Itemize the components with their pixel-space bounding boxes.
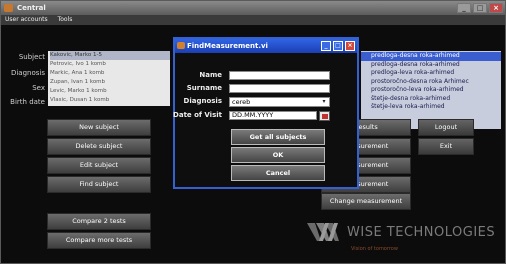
menu-tools[interactable]: Tools (58, 16, 73, 23)
get-all-subjects-button[interactable]: Get all subjects (231, 129, 325, 145)
calendar-icon[interactable] (319, 111, 330, 121)
list-item[interactable]: štetje-leva roka-arhimed (371, 103, 501, 112)
app-icon (4, 4, 13, 12)
subject-list[interactable]: Kakovic, Marko 1-5 Petrovic, Ivo 1 komb … (48, 51, 170, 106)
list-item[interactable]: Petrovic, Ivo 1 komb (50, 60, 170, 69)
title-bar: Central _ □ × (1, 1, 505, 15)
maximize-button[interactable]: □ (473, 3, 487, 13)
list-item[interactable]: prostoročno-leva roka-arhimed (371, 86, 501, 95)
date-input[interactable]: DD.MM.YYYY (229, 111, 317, 120)
main-window: Central _ □ × User accounts Tools Subjec… (0, 0, 506, 264)
surname-input[interactable] (229, 84, 330, 93)
ok-button[interactable]: OK (231, 147, 325, 163)
logout-button[interactable]: Logout (418, 119, 474, 136)
dialog-maximize-button[interactable]: □ (333, 41, 343, 51)
name-label: Name (199, 71, 222, 79)
dialog-icon (177, 42, 185, 49)
dialog-title: FindMeasurement.vi (187, 42, 268, 50)
dialog-title-bar: FindMeasurement.vi _ □ × (175, 39, 357, 53)
name-input[interactable] (229, 71, 330, 80)
list-item[interactable]: predloga-desna roka-arhimed (371, 61, 501, 70)
chevron-down-icon[interactable]: ▾ (320, 99, 328, 105)
list-item[interactable]: predloga-desna roka-arhimed (361, 52, 501, 61)
edit-subject-button[interactable]: Edit subject (47, 157, 151, 174)
exit-button[interactable]: Exit (418, 138, 474, 155)
list-item[interactable]: Vlasic, Dusan 1 komb (50, 96, 170, 105)
diagnosis-dialog-label: Diagnosis (183, 97, 222, 105)
close-button[interactable]: × (489, 3, 503, 13)
list-item[interactable]: štetje-desna roka-arhimed (371, 95, 501, 104)
logo-tagline: Vision of tomorrow (351, 246, 398, 252)
logo-mark-icon (307, 223, 339, 241)
surname-label: Surname (186, 84, 222, 92)
compare-two-tests-button[interactable]: Compare 2 tests (47, 213, 151, 230)
list-item[interactable]: Levic, Marko 1 komb (50, 87, 170, 96)
find-measurement-dialog: FindMeasurement.vi _ □ × Name Surname Di… (173, 37, 359, 189)
subject-label: Subject (18, 53, 45, 61)
delete-subject-button[interactable]: Delete subject (47, 138, 151, 155)
compare-more-tests-button[interactable]: Compare more tests (47, 232, 151, 249)
date-label: Date of Visit (173, 111, 222, 119)
list-item[interactable]: prostoročno-desna roka Arhimec (371, 78, 501, 87)
find-subject-button[interactable]: Find subject (47, 176, 151, 193)
list-item[interactable]: predloga-leva roka-arhimed (371, 69, 501, 78)
window-title: Central (17, 4, 46, 12)
dialog-close-button[interactable]: × (345, 41, 355, 51)
minimize-button[interactable]: _ (457, 3, 471, 13)
new-subject-button[interactable]: New subject (47, 119, 151, 136)
list-item[interactable]: Markic, Ana 1 komb (50, 69, 170, 78)
list-item[interactable]: Kakovic, Marko 1-5 (50, 51, 170, 60)
menu-user-accounts[interactable]: User accounts (5, 16, 48, 23)
diagnosis-dropdown[interactable]: cereb ▾ (229, 97, 330, 107)
list-item[interactable]: Zupan, Ivan 1 komb (50, 78, 170, 87)
diagnosis-label: Diagnosis (10, 69, 45, 77)
change-measurement-button[interactable]: Change measurement (321, 193, 411, 210)
sex-label: Sex (32, 84, 45, 92)
birth-date-label: Birth date (10, 98, 45, 106)
cancel-button[interactable]: Cancel (231, 165, 325, 181)
dialog-minimize-button[interactable]: _ (321, 41, 331, 51)
logo-name: WISE TECHNOLOGIES (347, 225, 496, 240)
company-logo: WISE TECHNOLOGIES Vision of tomorrow (307, 219, 505, 263)
menu-bar: User accounts Tools (1, 15, 505, 25)
measurement-list[interactable]: predloga-desna roka-arhimed predloga-des… (361, 51, 501, 129)
diagnosis-value: cereb (232, 98, 251, 106)
